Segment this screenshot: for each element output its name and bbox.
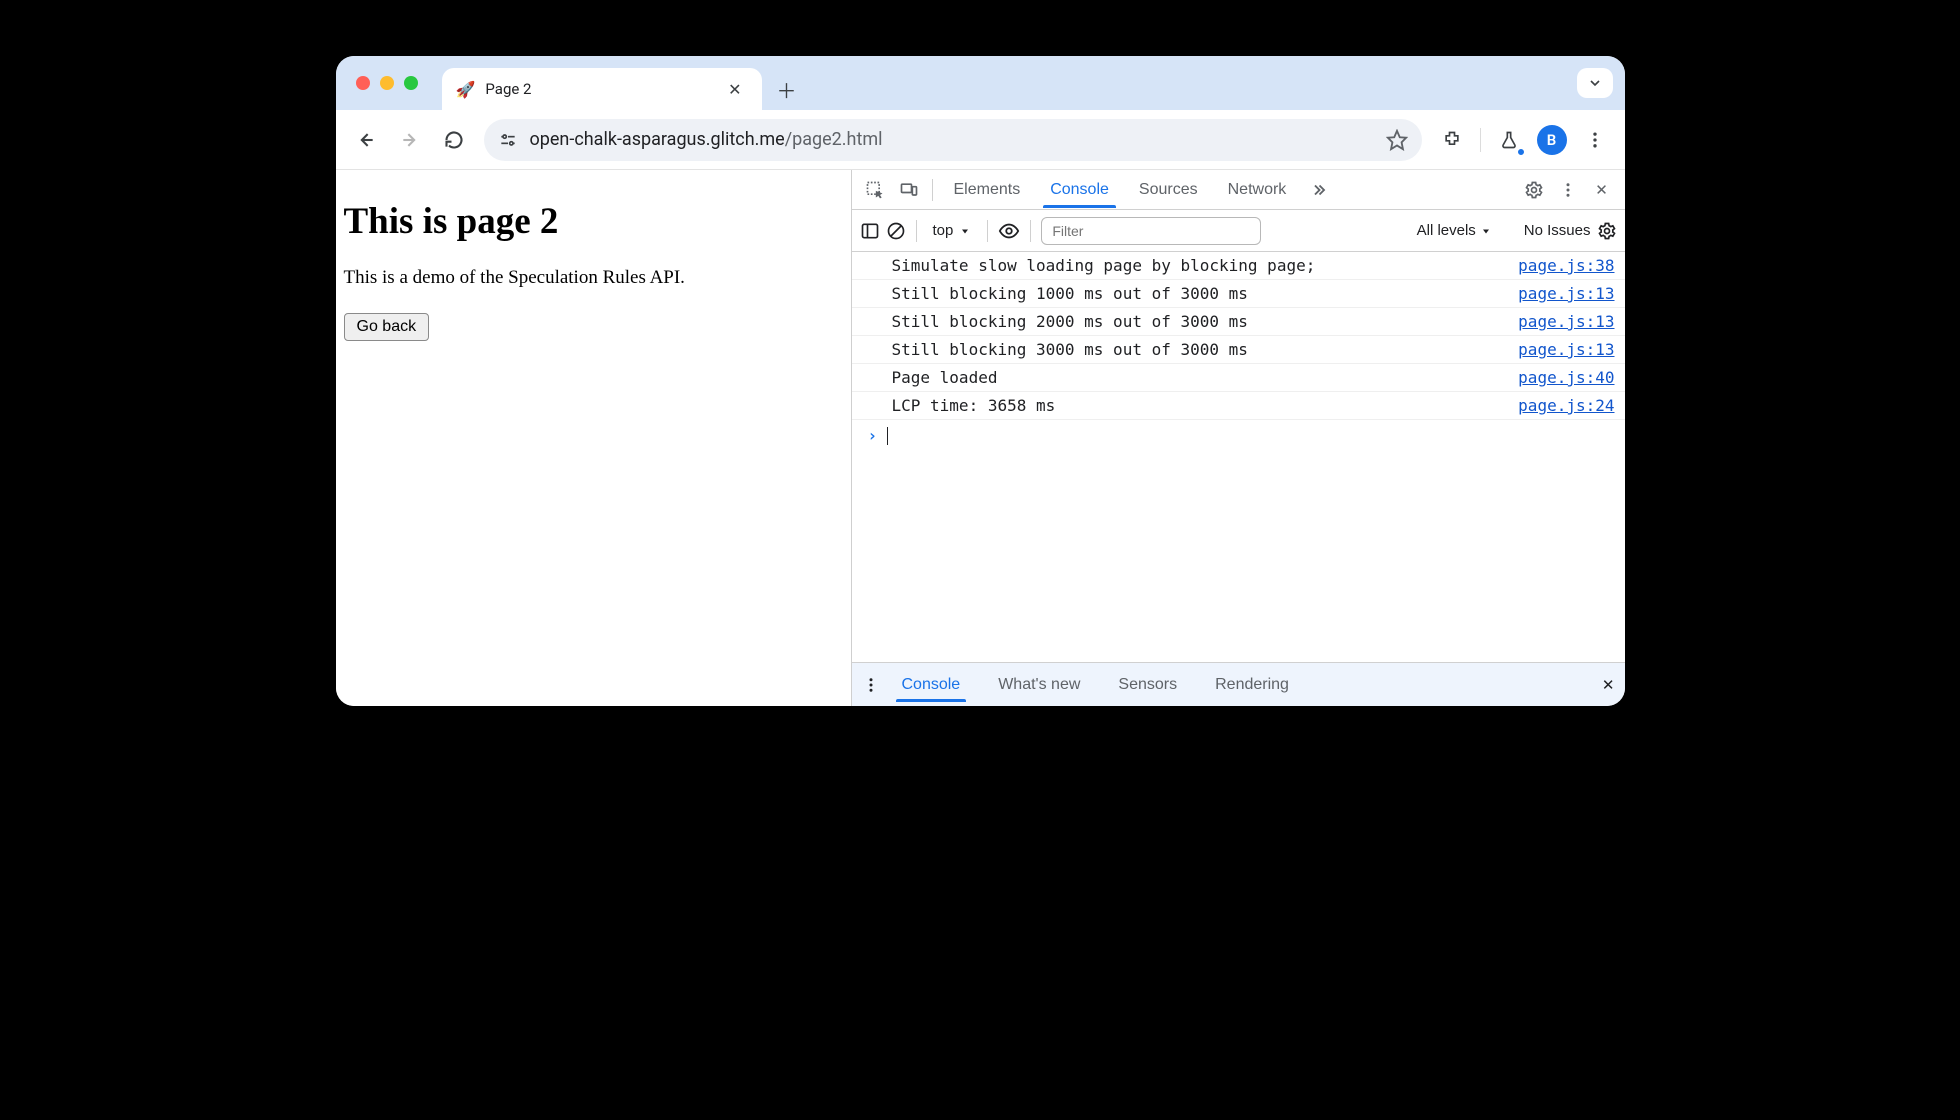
drawer-tab-sensors[interactable]: Sensors (1102, 668, 1193, 702)
devtools-tabs-divider (932, 179, 933, 201)
toolbar-divider (1480, 128, 1481, 152)
toolbar: open-chalk-asparagus.glitch.me/page2.htm… (336, 110, 1625, 170)
address-bar[interactable]: open-chalk-asparagus.glitch.me/page2.htm… (484, 119, 1422, 161)
labs-notification-dot-icon (1517, 148, 1525, 156)
drawer-close-icon[interactable]: ✕ (1602, 676, 1615, 694)
maximize-window-button[interactable] (404, 76, 418, 90)
labs-button[interactable] (1489, 120, 1529, 160)
devtools-close-icon[interactable]: ✕ (1587, 175, 1617, 205)
clear-console-icon[interactable] (886, 221, 906, 241)
log-row: Still blocking 2000 ms out of 3000 mspag… (852, 308, 1625, 336)
site-settings-icon[interactable] (498, 130, 518, 150)
new-tab-button[interactable]: ＋ (772, 74, 802, 104)
browser-window: 🚀 Page 2 ✕ ＋ open-chalk-asparagus.glitch… (336, 56, 1625, 706)
log-source-link[interactable]: page.js:13 (1518, 312, 1614, 331)
log-levels-selector[interactable]: All levels (1417, 222, 1492, 239)
tab-favicon-icon: 🚀 (456, 80, 476, 99)
prompt-caret-icon (887, 427, 888, 445)
page-heading: This is page 2 (336, 200, 851, 243)
devtools-drawer: Console What's new Sensors Rendering ✕ (852, 662, 1625, 706)
console-prompt[interactable]: › (852, 420, 1625, 451)
overflow-menu-button[interactable] (1575, 120, 1615, 160)
reload-button[interactable] (434, 120, 474, 160)
devtools-panel: Elements Console Sources Network ✕ (851, 170, 1625, 706)
drawer-tab-rendering[interactable]: Rendering (1199, 668, 1305, 702)
tab-network[interactable]: Network (1215, 173, 1300, 207)
tab-console[interactable]: Console (1037, 173, 1122, 207)
device-toggle-icon[interactable] (894, 175, 924, 205)
minimize-window-button[interactable] (380, 76, 394, 90)
tab-close-button[interactable]: ✕ (722, 76, 747, 103)
tab-strip: 🚀 Page 2 ✕ ＋ (336, 56, 1625, 110)
console-toolbar: top All levels No Issues (852, 210, 1625, 252)
back-button[interactable] (346, 120, 386, 160)
devtools-settings-icon[interactable] (1519, 175, 1549, 205)
console-settings-icon[interactable] (1597, 221, 1617, 241)
log-row: Still blocking 1000 ms out of 3000 mspag… (852, 280, 1625, 308)
window-controls (348, 56, 430, 110)
go-back-button[interactable]: Go back (344, 313, 430, 341)
profile-avatar[interactable]: B (1537, 125, 1567, 155)
page-paragraph: This is a demo of the Speculation Rules … (336, 267, 851, 289)
drawer-more-icon[interactable] (862, 676, 880, 694)
tabs-dropdown-button[interactable] (1577, 68, 1613, 98)
live-expression-icon[interactable] (998, 220, 1020, 242)
console-output: Simulate slow loading page by blocking p… (852, 252, 1625, 662)
tab-title: Page 2 (485, 80, 531, 98)
console-filter-input[interactable] (1041, 217, 1261, 245)
tab-sources[interactable]: Sources (1126, 173, 1211, 207)
log-source-link[interactable]: page.js:38 (1518, 256, 1614, 275)
drawer-tab-whats-new[interactable]: What's new (982, 668, 1096, 702)
content-area: This is page 2 This is a demo of the Spe… (336, 170, 1625, 706)
tab-active[interactable]: 🚀 Page 2 ✕ (442, 68, 762, 110)
inspect-element-icon[interactable] (860, 175, 890, 205)
log-row: Still blocking 3000 ms out of 3000 mspag… (852, 336, 1625, 364)
more-tabs-icon[interactable] (1303, 175, 1333, 205)
log-source-link[interactable]: page.js:40 (1518, 368, 1614, 387)
close-window-button[interactable] (356, 76, 370, 90)
context-selector[interactable]: top (927, 220, 978, 241)
url-text: open-chalk-asparagus.glitch.me/page2.htm… (530, 129, 883, 150)
console-sidebar-toggle-icon[interactable] (860, 221, 880, 241)
log-row: Simulate slow loading page by blocking p… (852, 252, 1625, 280)
tab-elements[interactable]: Elements (941, 173, 1034, 207)
extensions-button[interactable] (1432, 120, 1472, 160)
prompt-chevron-icon: › (868, 426, 878, 445)
log-row: LCP time: 3658 mspage.js:24 (852, 392, 1625, 420)
log-row: Page loadedpage.js:40 (852, 364, 1625, 392)
log-source-link[interactable]: page.js:24 (1518, 396, 1614, 415)
log-source-link[interactable]: page.js:13 (1518, 340, 1614, 359)
page-viewport: This is page 2 This is a demo of the Spe… (336, 170, 851, 706)
log-source-link[interactable]: page.js:13 (1518, 284, 1614, 303)
forward-button[interactable] (390, 120, 430, 160)
drawer-tab-console[interactable]: Console (886, 668, 977, 702)
issues-button[interactable]: No Issues (1524, 222, 1591, 239)
devtools-more-icon[interactable] (1553, 175, 1583, 205)
bookmark-star-icon[interactable] (1386, 129, 1408, 151)
devtools-tabs: Elements Console Sources Network ✕ (852, 170, 1625, 210)
